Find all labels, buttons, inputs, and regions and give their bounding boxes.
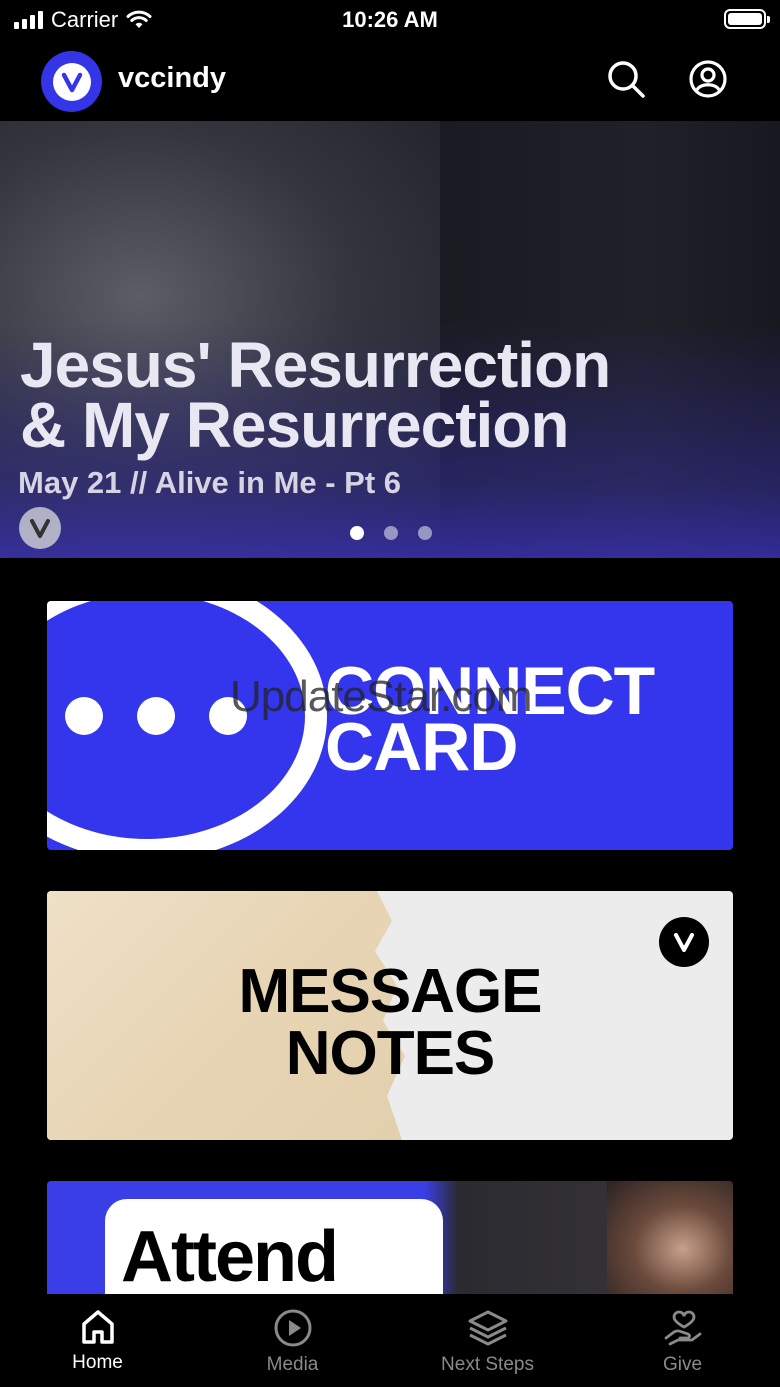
- carousel-dot[interactable]: [384, 526, 398, 540]
- hero-title: Jesus' Resurrection & My Resurrection: [20, 329, 611, 461]
- carousel-pagination: [350, 526, 432, 540]
- message-notes-line1: MESSAGE: [238, 957, 542, 1026]
- tab-give[interactable]: Give: [585, 1294, 780, 1387]
- battery-icon: [724, 9, 770, 29]
- hero-logo-badge: [19, 507, 61, 549]
- connect-card-banner[interactable]: CONNECT CARD: [47, 601, 733, 850]
- attend-banner[interactable]: Attend: [47, 1181, 733, 1294]
- status-time: 10:26 AM: [342, 7, 438, 32]
- search-button[interactable]: [604, 57, 648, 101]
- hero-subtitle: May 21 // Alive in Me - Pt 6: [18, 465, 402, 500]
- give-hand-heart-icon: [664, 1310, 701, 1346]
- hero-title-line2: & My Resurrection: [20, 389, 569, 461]
- logo-v-icon: [659, 917, 709, 967]
- message-notes-line2: NOTES: [285, 1019, 496, 1088]
- home-icon: [81, 1310, 114, 1344]
- message-notes-title: MESSAGE NOTES: [47, 961, 733, 1085]
- tab-next-steps-label: Next Steps: [441, 1354, 534, 1375]
- app-title: vccindy: [118, 62, 226, 94]
- logo-v-icon: [30, 519, 50, 538]
- account-button[interactable]: [686, 57, 730, 101]
- tab-next-steps[interactable]: Next Steps: [390, 1294, 585, 1387]
- logo-v-icon: [52, 62, 91, 101]
- tab-media[interactable]: Media: [195, 1294, 390, 1387]
- tab-media-label: Media: [266, 1354, 319, 1375]
- carousel-dot[interactable]: [350, 526, 364, 540]
- search-icon: [608, 61, 645, 98]
- carousel-dot[interactable]: [418, 526, 432, 540]
- layers-icon: [468, 1310, 507, 1346]
- church-logo: [41, 51, 102, 112]
- message-notes-banner[interactable]: MESSAGE NOTES: [47, 891, 733, 1140]
- tab-give-label: Give: [662, 1354, 703, 1375]
- attend-title: Attend: [121, 1217, 339, 1294]
- account-icon: [689, 60, 727, 98]
- connect-card-title: CONNECT CARD: [325, 657, 655, 781]
- bubble-dot: [65, 697, 103, 735]
- app-header: vccindy: [0, 40, 780, 121]
- tab-home[interactable]: Home: [0, 1294, 195, 1387]
- tab-home-label: Home: [72, 1352, 123, 1373]
- tab-bar: Home Media Next Steps Give: [0, 1294, 780, 1387]
- status-bar: Carrier 10:26 AM: [0, 0, 780, 40]
- hero-title-line1: Jesus' Resurrection: [20, 329, 611, 401]
- bubble-dot: [209, 697, 247, 735]
- hero-carousel[interactable]: Jesus' Resurrection & My Resurrection Ma…: [0, 121, 780, 558]
- bubble-dot: [137, 697, 175, 735]
- attend-person-image: [607, 1181, 733, 1294]
- play-icon: [274, 1309, 311, 1347]
